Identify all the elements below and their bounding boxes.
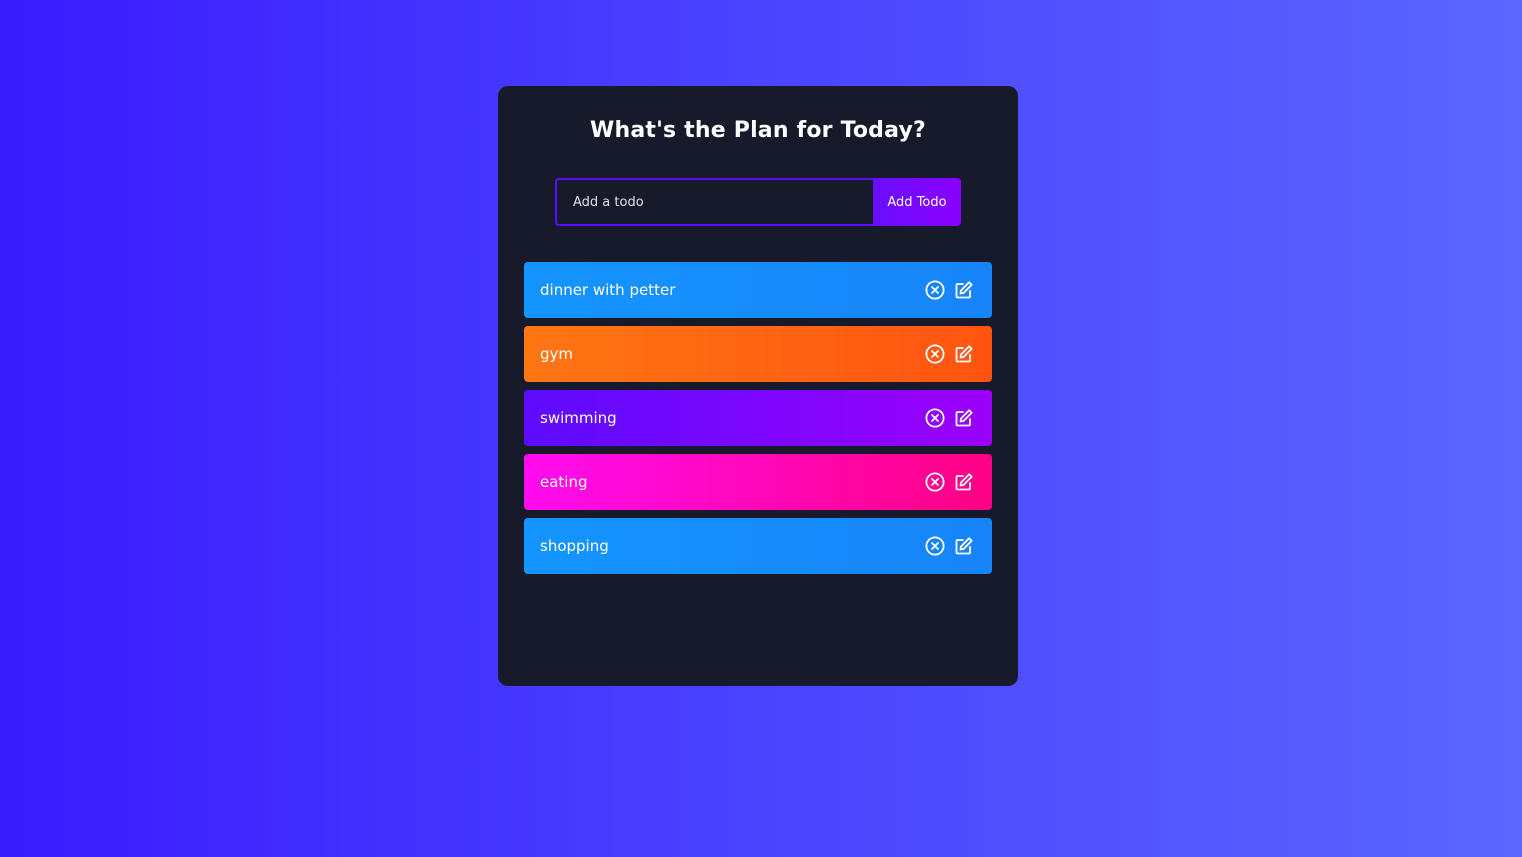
todo-input[interactable] <box>555 178 873 226</box>
close-circle-icon[interactable] <box>925 472 945 492</box>
todo-actions <box>925 408 974 428</box>
edit-icon[interactable] <box>954 344 974 364</box>
close-circle-icon[interactable] <box>925 408 945 428</box>
todo-row: dinner with petter <box>524 262 992 318</box>
edit-icon[interactable] <box>954 472 974 492</box>
todo-list: dinner with petter gym swimming eating s… <box>524 262 992 582</box>
todo-form: Add Todo <box>555 178 961 226</box>
todo-actions <box>925 472 974 492</box>
page-title: What's the Plan for Today? <box>590 118 926 143</box>
todo-text[interactable]: gym <box>540 345 573 363</box>
todo-row: shopping <box>524 518 992 574</box>
todo-row: eating <box>524 454 992 510</box>
todo-actions <box>925 280 974 300</box>
todo-text[interactable]: swimming <box>540 409 617 427</box>
edit-icon[interactable] <box>954 536 974 556</box>
todo-row: gym <box>524 326 992 382</box>
edit-icon[interactable] <box>954 280 974 300</box>
todo-text[interactable]: shopping <box>540 537 609 555</box>
add-todo-button[interactable]: Add Todo <box>873 178 961 226</box>
todo-actions <box>925 536 974 556</box>
edit-icon[interactable] <box>954 408 974 428</box>
todo-text[interactable]: eating <box>540 473 588 491</box>
close-circle-icon[interactable] <box>925 344 945 364</box>
todo-app: What's the Plan for Today? Add Todo dinn… <box>498 86 1018 686</box>
todo-actions <box>925 344 974 364</box>
todo-text[interactable]: dinner with petter <box>540 281 675 299</box>
close-circle-icon[interactable] <box>925 536 945 556</box>
close-circle-icon[interactable] <box>925 280 945 300</box>
todo-row: swimming <box>524 390 992 446</box>
